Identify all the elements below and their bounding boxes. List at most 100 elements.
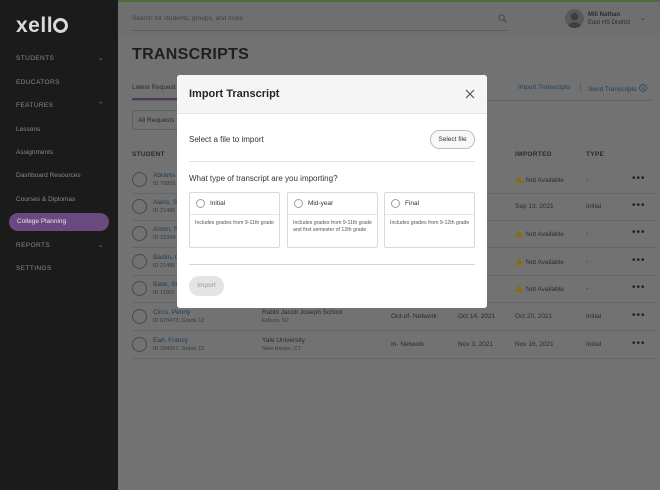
chevron-down-icon[interactable]: ⌄ bbox=[640, 14, 646, 22]
info-icon bbox=[638, 84, 647, 92]
modal-title: Import Transcript bbox=[189, 88, 280, 100]
option-description: Includes grades from 9-12th grade bbox=[390, 220, 470, 226]
student-name[interactable]: Earl, Francy bbox=[153, 337, 188, 344]
sidebar-item-settings[interactable]: SETTINGS bbox=[16, 265, 106, 272]
user-district: East HS District bbox=[588, 20, 631, 26]
student-avatar-icon bbox=[132, 254, 147, 269]
sidebar-item-label: STUDENTS bbox=[16, 55, 55, 62]
sidebar-item-students[interactable]: STUDENTS ⌄ bbox=[16, 55, 106, 62]
student-name[interactable]: Bastin, C bbox=[153, 254, 179, 261]
column-header-type[interactable]: TYPE bbox=[586, 151, 604, 158]
school-location: New Haven, CT bbox=[262, 346, 301, 352]
sidebar-item-courses-diplomas[interactable]: Courses & Diplomas bbox=[16, 196, 106, 203]
option-mid-year[interactable]: Mid-year Includes grades from 9-11th gra… bbox=[287, 192, 378, 248]
transcript-type: - bbox=[586, 176, 589, 183]
transcript-type: Initial bbox=[586, 313, 602, 320]
close-icon[interactable] bbox=[463, 87, 477, 101]
link-separator bbox=[580, 82, 581, 92]
search-underline bbox=[132, 30, 508, 31]
chevron-up-icon: ⌃ bbox=[97, 102, 104, 109]
sidebar-item-educators[interactable]: EDUCATORS bbox=[16, 79, 106, 86]
received-date: Oct 14, 2021 bbox=[458, 313, 496, 320]
sidebar-item-features[interactable]: FEATURES ⌃ bbox=[16, 102, 106, 109]
transcript-type: - bbox=[586, 285, 589, 292]
imported-status: Not Available bbox=[515, 285, 564, 293]
radio-button[interactable] bbox=[294, 199, 303, 208]
student-id: ID 18394 bbox=[153, 235, 176, 241]
filter-dropdown[interactable]: All Requests bbox=[132, 110, 182, 130]
imported-status-label: Not Available bbox=[526, 259, 564, 266]
transcript-type: Initial bbox=[586, 341, 602, 348]
sidebar-item-label: Courses & Diplomas bbox=[16, 196, 76, 203]
xello-logo[interactable]: xell bbox=[16, 14, 69, 38]
student-id: ID 21485 bbox=[153, 263, 176, 269]
page-title: TRANSCRIPTS bbox=[132, 46, 250, 63]
option-initial[interactable]: Initial Includes grades from 9-11th grad… bbox=[189, 192, 280, 248]
student-name[interactable]: Bask, St bbox=[153, 281, 177, 288]
received-date: Nov 3, 2021 bbox=[458, 341, 494, 348]
option-label: Mid-year bbox=[308, 200, 334, 207]
sidebar-item-assignments[interactable]: Assignments bbox=[16, 149, 106, 156]
modal-footer-divider bbox=[189, 264, 475, 265]
option-description: Includes grades from 9-11th grade and fi… bbox=[293, 220, 372, 233]
table-row[interactable]: Cirns, Penny ID 670473, Grade 12 Rabbi J… bbox=[132, 304, 656, 331]
imported-status: Not Available bbox=[515, 258, 564, 266]
select-file-button[interactable]: Select file bbox=[430, 130, 475, 149]
radio-button[interactable] bbox=[391, 199, 400, 208]
chevron-down-icon: ⌄ bbox=[97, 55, 104, 62]
more-options-icon[interactable]: ••• bbox=[632, 200, 646, 211]
import-transcripts-link[interactable]: Import Transcripts bbox=[518, 84, 570, 91]
avatar[interactable] bbox=[565, 9, 584, 28]
option-label: Initial bbox=[210, 200, 226, 207]
student-name[interactable]: Abrams bbox=[153, 172, 175, 179]
sidebar-item-label: SETTINGS bbox=[16, 265, 52, 272]
student-name[interactable]: Amon, S bbox=[153, 226, 178, 233]
student-id: ID 11902 bbox=[153, 290, 175, 296]
school-name: Yale University bbox=[262, 337, 305, 344]
search-icon[interactable] bbox=[498, 14, 507, 23]
user-avatar-icon bbox=[567, 12, 582, 28]
sidebar-item-college-planning[interactable]: College Planning bbox=[9, 213, 109, 231]
sidebar-item-label: College Planning bbox=[17, 218, 67, 225]
more-options-icon[interactable]: ••• bbox=[632, 282, 646, 293]
student-avatar-icon bbox=[132, 199, 147, 214]
warning-icon bbox=[515, 230, 523, 237]
more-options-icon[interactable]: ••• bbox=[632, 338, 646, 349]
student-name[interactable]: Cirns, Penny bbox=[153, 309, 190, 316]
more-options-icon[interactable]: ••• bbox=[632, 255, 646, 266]
transcript-type: - bbox=[586, 230, 589, 237]
import-transcript-modal: Import Transcript Select a file to impor… bbox=[177, 75, 487, 308]
radio-button[interactable] bbox=[196, 199, 205, 208]
tab-latest-request[interactable]: Latest Request bbox=[132, 84, 176, 91]
student-avatar-icon bbox=[132, 281, 147, 296]
import-button[interactable]: Import bbox=[189, 276, 224, 296]
more-options-icon[interactable]: ••• bbox=[632, 310, 646, 321]
more-options-icon[interactable]: ••• bbox=[632, 227, 646, 238]
transcript-type: Initial bbox=[586, 203, 602, 210]
option-divider bbox=[385, 214, 474, 215]
student-name[interactable]: Alans, S bbox=[153, 199, 177, 206]
option-divider bbox=[190, 214, 279, 215]
send-transcripts-label: Send Transcripts bbox=[588, 86, 637, 93]
transcript-type-question: What type of transcript are you importin… bbox=[189, 174, 338, 183]
column-header-imported[interactable]: IMPORTED bbox=[515, 151, 552, 158]
sidebar-item-label: Lessons bbox=[16, 126, 41, 133]
imported-status: Not Available bbox=[515, 230, 564, 238]
sidebar-item-reports[interactable]: REPORTS ⌄ bbox=[16, 242, 106, 249]
sidebar-item-dashboard-resources[interactable]: Dashboard Resources bbox=[16, 172, 106, 179]
student-id: ID 21485 bbox=[153, 208, 176, 214]
column-header-student[interactable]: STUDENT bbox=[132, 151, 165, 158]
modal-divider bbox=[189, 161, 475, 162]
imported-status-label: Not Available bbox=[526, 177, 564, 184]
select-file-label: Select a file to import bbox=[189, 135, 264, 144]
more-options-icon[interactable]: ••• bbox=[632, 173, 646, 184]
search-input[interactable]: Search for students, groups, and more bbox=[132, 15, 243, 22]
table-row[interactable]: Earl, Francy ID 334567, Grade 12 Yale Un… bbox=[132, 332, 656, 359]
warning-icon bbox=[515, 258, 523, 265]
imported-date: Nov 16, 2021 bbox=[515, 341, 554, 348]
imported-status-label: Not Available bbox=[526, 286, 564, 293]
option-final[interactable]: Final Includes grades from 9-12th grade bbox=[384, 192, 475, 248]
sidebar-item-lessons[interactable]: Lessons bbox=[16, 126, 106, 133]
send-transcripts-link[interactable]: Send Transcripts bbox=[588, 84, 647, 93]
sidebar-item-label: FEATURES bbox=[16, 102, 54, 109]
